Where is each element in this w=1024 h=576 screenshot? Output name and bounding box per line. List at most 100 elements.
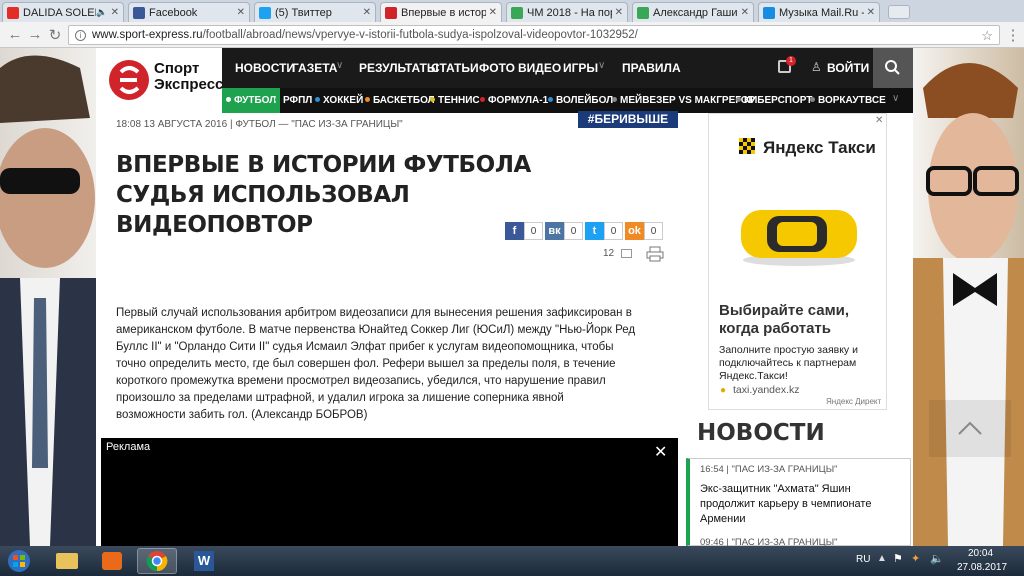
back-icon[interactable]: ← bbox=[6, 26, 24, 43]
folder-icon bbox=[56, 553, 78, 569]
tab-wc2018[interactable]: ЧМ 2018 - На пор ✕ bbox=[506, 2, 628, 22]
chevron-up-icon bbox=[958, 421, 982, 435]
chevron-down-icon[interactable]: ∨ bbox=[892, 93, 899, 104]
article-section[interactable]: ФУТБОЛ — "ПАС ИЗ-ЗА ГРАНИЦЫ" bbox=[235, 119, 402, 130]
new-tab-button[interactable] bbox=[888, 5, 910, 19]
man-in-tuxedo-image bbox=[913, 63, 1024, 546]
taxi-car-image bbox=[741, 210, 857, 266]
sport-mayweather-mcgregor[interactable]: МЕЙВЕЗЕР VS МАКГРЕГОР bbox=[612, 95, 755, 106]
windows-logo-icon bbox=[8, 550, 30, 572]
sport-tennis[interactable]: ТЕННИС bbox=[430, 95, 480, 106]
share-odnoklassniki[interactable]: ok 0 bbox=[625, 222, 663, 240]
sport-workout[interactable]: ВОРКАУТ bbox=[810, 95, 865, 106]
sport-express-logo-icon bbox=[109, 60, 149, 100]
sport-all[interactable]: ВСЕ bbox=[865, 95, 886, 106]
article-meta: 18:08 13 АВГУСТА 2016 | ФУТБОЛ — "ПАС ИЗ… bbox=[116, 119, 403, 130]
scroll-to-top-button[interactable] bbox=[929, 400, 1011, 457]
twitter-icon: t bbox=[585, 222, 604, 240]
nav-games[interactable]: ИГРЫ bbox=[563, 61, 598, 75]
sport-cybersport[interactable]: КИБЕРСПОРТ bbox=[736, 95, 812, 106]
close-icon[interactable]: ✕ bbox=[489, 7, 497, 18]
article-date: 18:08 13 АВГУСТА 2016 bbox=[116, 119, 228, 130]
pin-icon: ● bbox=[720, 385, 727, 396]
login-link[interactable]: ВОЙТИ bbox=[827, 61, 869, 75]
ad-headline: Выбирайте сами, когда работать bbox=[719, 302, 850, 337]
nav-news[interactable]: НОВОСТИ bbox=[235, 61, 295, 75]
tab-gashin[interactable]: Александр Гашин ✕ bbox=[632, 2, 754, 22]
nav-photo[interactable]: ФОТО bbox=[479, 61, 515, 75]
sport-rfpl[interactable]: РФПЛ bbox=[275, 95, 312, 106]
comment-icon[interactable] bbox=[621, 249, 632, 258]
volume-icon[interactable]: 🔈 bbox=[930, 552, 944, 565]
taskbar-media-player[interactable] bbox=[92, 548, 132, 574]
chevron-down-icon[interactable]: ∨ bbox=[336, 60, 343, 71]
language-indicator[interactable]: RU bbox=[856, 554, 870, 565]
close-icon[interactable]: ✕ bbox=[363, 7, 371, 18]
sport-basketball[interactable]: БАСКЕТБОЛ bbox=[365, 95, 435, 106]
sport-football[interactable]: ФУТБОЛ bbox=[222, 88, 281, 113]
close-icon[interactable]: ✕ bbox=[237, 7, 245, 18]
tab-mailru-music[interactable]: Музыка Mail.Ru - с✕ bbox=[758, 2, 880, 22]
ad-footer[interactable]: Яндекс Директ bbox=[826, 397, 881, 406]
reload-icon[interactable]: ↻ bbox=[46, 26, 64, 44]
print-icon[interactable] bbox=[646, 246, 664, 262]
close-icon[interactable]: ✕ bbox=[615, 7, 623, 18]
ad-label: Реклама bbox=[106, 441, 151, 453]
close-icon[interactable]: ✕ bbox=[654, 442, 667, 462]
sport-hockey[interactable]: ХОККЕЙ bbox=[315, 95, 363, 106]
close-icon[interactable]: ✕ bbox=[875, 115, 883, 126]
facebook-icon: f bbox=[505, 222, 524, 240]
start-button[interactable] bbox=[2, 548, 36, 574]
forward-icon[interactable]: → bbox=[26, 26, 44, 43]
menu-icon[interactable]: ⋮ bbox=[1004, 26, 1022, 44]
taskbar-explorer[interactable] bbox=[47, 548, 87, 574]
ad-brand: Яндекс Такси bbox=[763, 138, 876, 157]
share-facebook[interactable]: f0 bbox=[505, 222, 543, 240]
nav-articles[interactable]: СТАТЬИ bbox=[431, 61, 479, 75]
clock-date[interactable]: 27.08.2017 bbox=[957, 562, 1007, 573]
left-side-ad[interactable] bbox=[0, 48, 96, 546]
mailru-icon bbox=[763, 6, 775, 19]
right-side-ad[interactable] bbox=[913, 48, 1024, 546]
comments-count[interactable]: 12 bbox=[603, 248, 614, 259]
tab-sport-express[interactable]: Впервые в истори ✕ bbox=[380, 2, 502, 22]
tab-youtube[interactable]: DALIDA SOLEIL 🔈 ✕ bbox=[2, 2, 124, 22]
tray-expand-icon[interactable]: ▲ bbox=[877, 553, 887, 564]
share-twitter[interactable]: t0 bbox=[585, 222, 623, 240]
info-icon[interactable]: i bbox=[75, 29, 86, 41]
taxi-checker-icon bbox=[739, 138, 755, 154]
chrome-icon bbox=[146, 551, 168, 572]
hashtag-badge[interactable]: #БЕРИВЫШЕ bbox=[578, 111, 678, 128]
sport-formula1[interactable]: ФОРМУЛА-1 bbox=[480, 95, 548, 106]
video-ad[interactable]: Реклама ✕ bbox=[101, 438, 678, 546]
close-icon[interactable]: ✕ bbox=[867, 7, 875, 18]
site-logo[interactable]: Спорт Экспресс bbox=[96, 48, 223, 113]
clock-time[interactable]: 20:04 bbox=[968, 548, 993, 559]
windows-taskbar: W RU ▲ ⚑ ✦ 🔈 20:04 27.08.2017 bbox=[0, 546, 1024, 576]
search-button[interactable] bbox=[873, 48, 913, 88]
nav-newspaper[interactable]: ГАЗЕТА bbox=[292, 61, 337, 75]
close-icon[interactable]: ✕ bbox=[111, 7, 119, 18]
yandex-taxi-ad[interactable]: ✕ Яндекс Такси Выбирайте сами, когда раб… bbox=[708, 113, 887, 410]
flag-icon[interactable]: ⚑ bbox=[893, 552, 903, 565]
share-vk[interactable]: вк 0 bbox=[545, 222, 583, 240]
tab-facebook[interactable]: Facebook ✕ bbox=[128, 2, 250, 22]
bookmark-star-icon[interactable]: ☆ bbox=[981, 28, 993, 44]
network-icon[interactable]: ✦ bbox=[911, 552, 920, 565]
address-bar[interactable]: i www.sport-express.ru/football/abroad/n… bbox=[68, 25, 1000, 45]
tab-twitter[interactable]: (5) Твиттер ✕ bbox=[254, 2, 376, 22]
taskbar-word[interactable]: W bbox=[184, 548, 224, 574]
nav-video[interactable]: ВИДЕО bbox=[518, 61, 561, 75]
nav-rules[interactable]: ПРАВИЛА bbox=[622, 61, 681, 75]
chevron-down-icon[interactable]: ∨ bbox=[598, 60, 605, 71]
notification-badge: 1 bbox=[786, 56, 796, 66]
green-page-icon bbox=[637, 6, 649, 19]
ad-link[interactable]: taxi.yandex.kz bbox=[733, 384, 800, 396]
sport-volleyball[interactable]: ВОЛЕЙБОЛ bbox=[548, 95, 613, 106]
search-icon bbox=[885, 60, 900, 75]
news-heading: НОВОСТИ bbox=[697, 420, 825, 446]
close-icon[interactable]: ✕ bbox=[741, 7, 749, 18]
news-item-title[interactable]: Экс-защитник "Ахмата" Яшин продолжит кар… bbox=[700, 482, 900, 527]
taskbar-chrome[interactable] bbox=[137, 548, 177, 574]
nav-results[interactable]: РЕЗУЛЬТАТЫ bbox=[359, 61, 439, 75]
